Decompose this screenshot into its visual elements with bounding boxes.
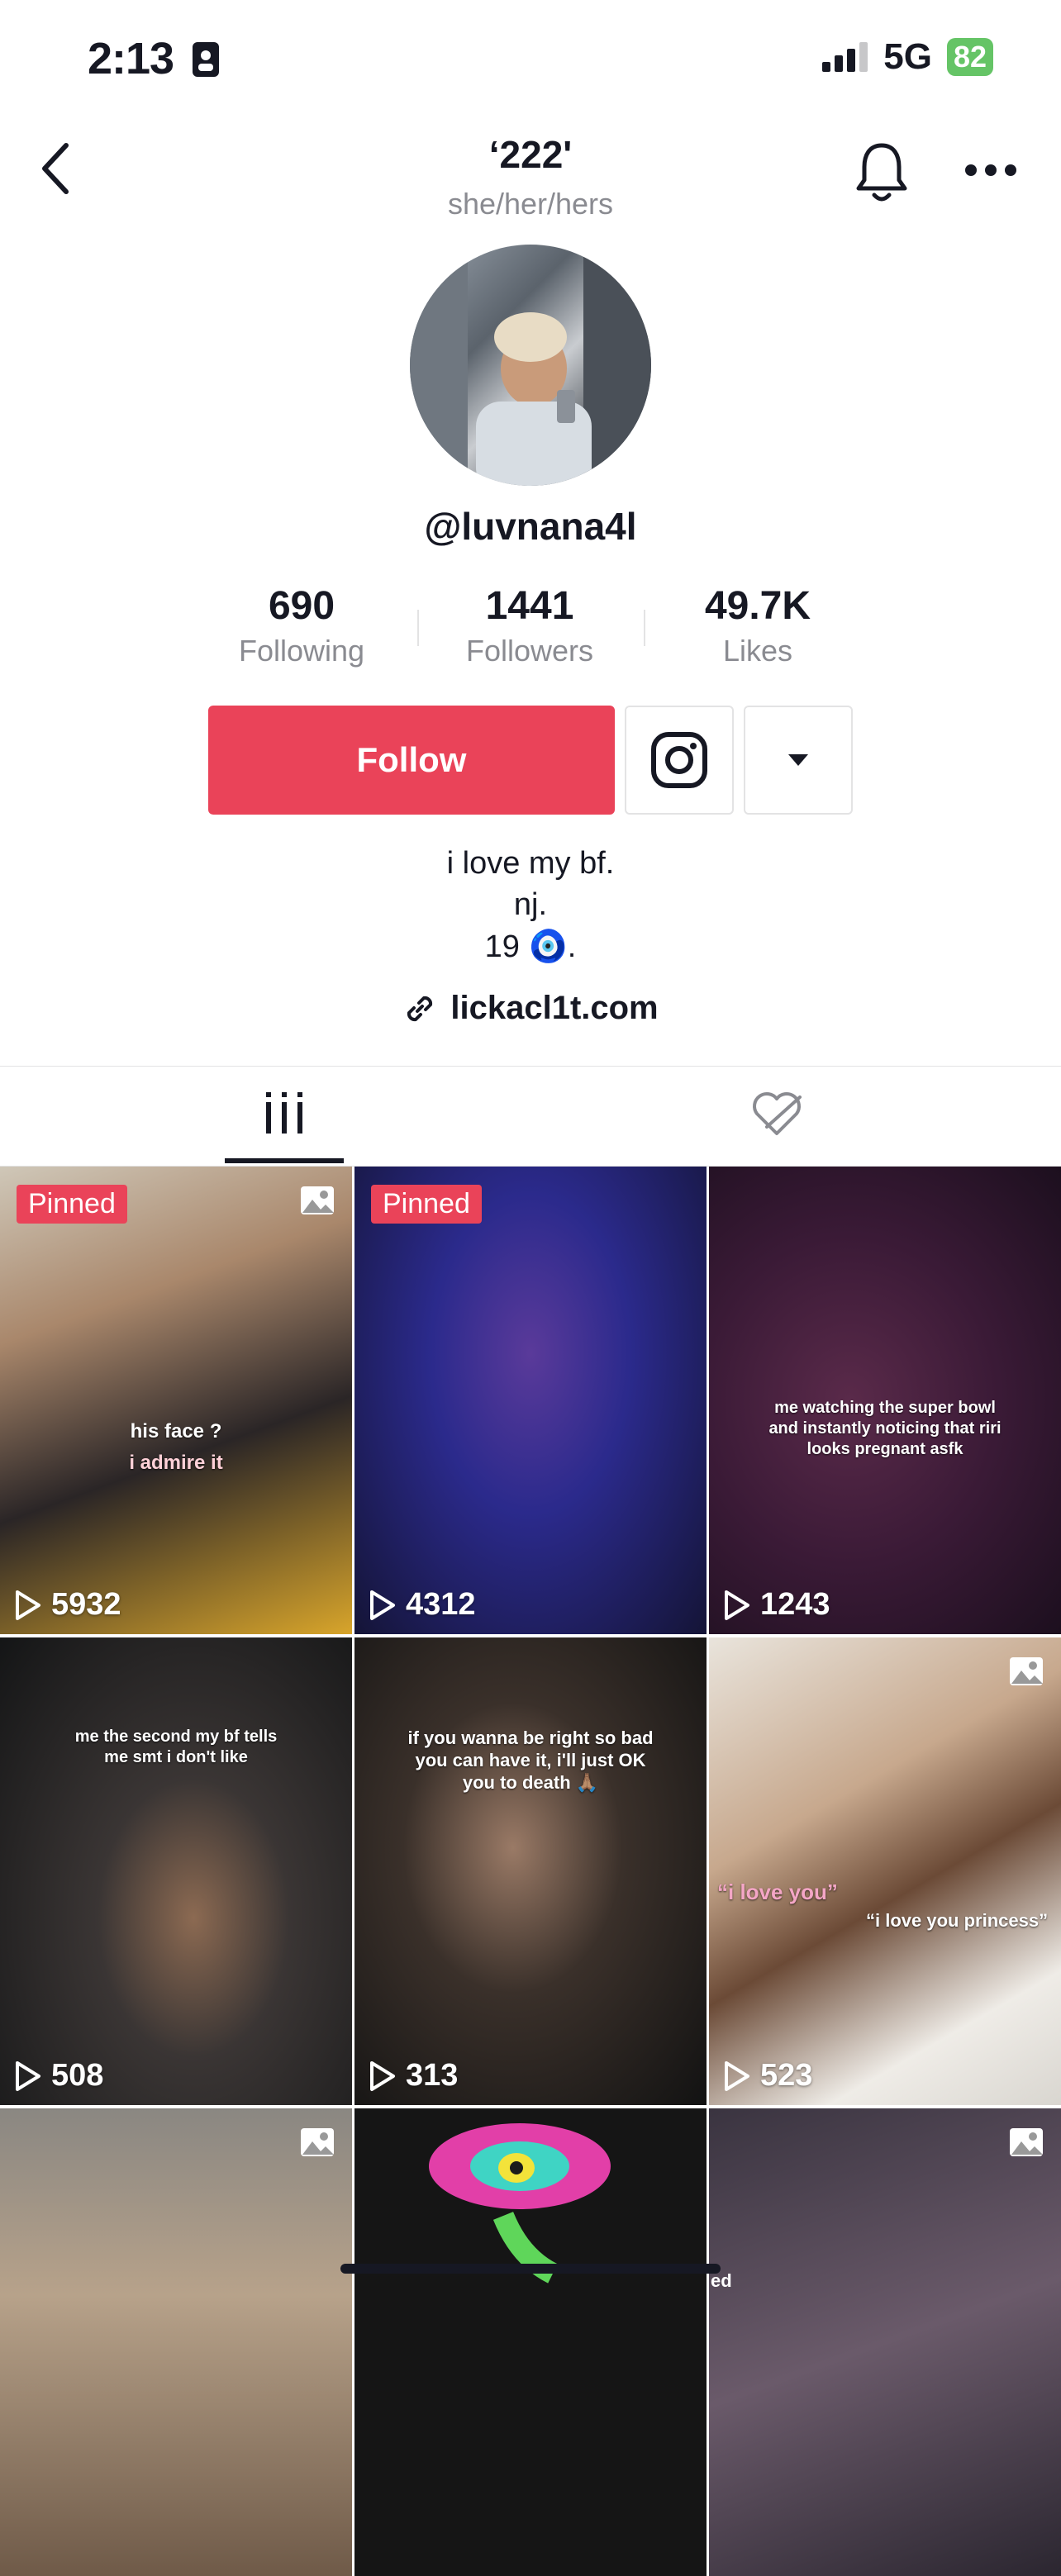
suggested-accounts-button[interactable] <box>744 706 853 815</box>
video-tile[interactable]: “i love you” “i love you princess” 523 <box>709 1637 1061 2105</box>
video-caption: if you wanna be right so bad you can hav… <box>407 1728 654 1793</box>
instagram-icon <box>651 732 707 788</box>
signal-icon <box>822 42 868 72</box>
avatar[interactable] <box>410 245 651 486</box>
bio-line: i love my bf. <box>446 846 615 881</box>
view-count-value: 313 <box>406 2058 459 2093</box>
stat-divider <box>644 610 645 646</box>
bio-link[interactable]: lickacl1t.com <box>0 990 1061 1027</box>
caret-down-icon <box>788 754 808 766</box>
grid-icon <box>266 1092 302 1134</box>
view-count: 508 <box>15 2058 103 2094</box>
video-tile[interactable]: ed <box>709 2108 1061 2576</box>
pinned-badge: Pinned <box>17 1185 127 1224</box>
video-caption: his face ? <box>130 1420 222 1442</box>
video-tile[interactable] <box>0 2108 352 2576</box>
view-count: 5932 <box>15 1587 121 1623</box>
home-indicator <box>340 2264 721 2274</box>
view-count: 4312 <box>369 1587 476 1623</box>
tab-videos[interactable] <box>264 1092 304 1138</box>
status-right: 5G 82 <box>822 36 993 78</box>
video-caption: me the second my bf tells me smt i don't… <box>74 1728 278 1766</box>
person-badge-icon <box>192 41 220 82</box>
active-tab-indicator <box>225 1158 344 1163</box>
play-icon <box>16 2060 40 2091</box>
video-caption: “i love you princess” <box>866 1910 1049 1931</box>
notification-button[interactable] <box>854 140 909 207</box>
follow-button[interactable]: Follow <box>208 706 615 815</box>
link-icon <box>407 996 433 1021</box>
video-tile[interactable] <box>354 2108 707 2576</box>
stat-likes[interactable]: 49.7K Likes <box>646 583 869 668</box>
stat-value: 49.7K <box>704 584 811 628</box>
tab-liked[interactable] <box>750 1091 803 1141</box>
instagram-button[interactable] <box>625 706 734 815</box>
pinned-badge: Pinned <box>371 1185 482 1224</box>
video-tile[interactable]: Pinned 4312 <box>354 1167 707 1634</box>
stat-following[interactable]: 690 Following <box>190 583 413 668</box>
stat-label: Following <box>238 634 365 668</box>
video-caption: “i love you” <box>717 1880 838 1904</box>
stat-label: Likes <box>722 634 793 668</box>
view-count: 1243 <box>724 1587 830 1623</box>
status-time: 2:13 <box>88 34 174 83</box>
network-label: 5G <box>883 36 932 77</box>
view-count-value: 523 <box>760 2058 813 2093</box>
video-tile[interactable]: me the second my bf tells me smt i don't… <box>0 1637 352 2105</box>
stat-followers[interactable]: 1441 Followers <box>418 583 641 668</box>
more-options-button[interactable] <box>963 162 1018 183</box>
photo-icon <box>299 1185 335 1220</box>
bell-icon <box>856 143 907 202</box>
battery-indicator: 82 <box>946 38 993 76</box>
view-count: 523 <box>724 2058 812 2094</box>
video-tile[interactable]: if you wanna be right so bad you can hav… <box>354 1637 707 2105</box>
bio-line: 19 🧿. <box>484 929 577 964</box>
view-count-value: 508 <box>51 2058 104 2093</box>
hidden-heart-icon <box>753 1092 802 1135</box>
profile-tabs <box>0 1066 1061 1167</box>
stat-value: 690 <box>268 584 335 628</box>
view-count: 313 <box>369 2058 458 2094</box>
ellipsis-icon <box>965 164 1016 176</box>
play-icon <box>725 1590 749 1620</box>
photo-icon <box>1008 2127 1044 2162</box>
play-icon <box>370 1590 395 1620</box>
stat-value: 1441 <box>485 584 574 628</box>
username: @luvnana4l <box>424 505 637 548</box>
video-tile[interactable]: me watching the super bowl and instantly… <box>709 1167 1061 1634</box>
video-caption: me watching the super bowl and instantly… <box>768 1399 1002 1458</box>
link-text: lickacl1t.com <box>450 990 659 1026</box>
play-icon <box>725 2060 749 2091</box>
view-count-value: 5932 <box>51 1587 121 1622</box>
play-icon <box>16 1590 40 1620</box>
view-count-value: 1243 <box>760 1587 830 1622</box>
photo-icon <box>1008 1656 1044 1691</box>
photo-icon <box>299 2127 335 2162</box>
video-tile[interactable]: Pinned his face ? i admire it 5932 <box>0 1167 352 1634</box>
video-caption: i admire it <box>129 1452 223 1474</box>
play-icon <box>370 2060 395 2091</box>
bio-line: nj. <box>513 887 548 922</box>
view-count-value: 4312 <box>406 1587 476 1622</box>
stat-label: Followers <box>465 634 594 668</box>
